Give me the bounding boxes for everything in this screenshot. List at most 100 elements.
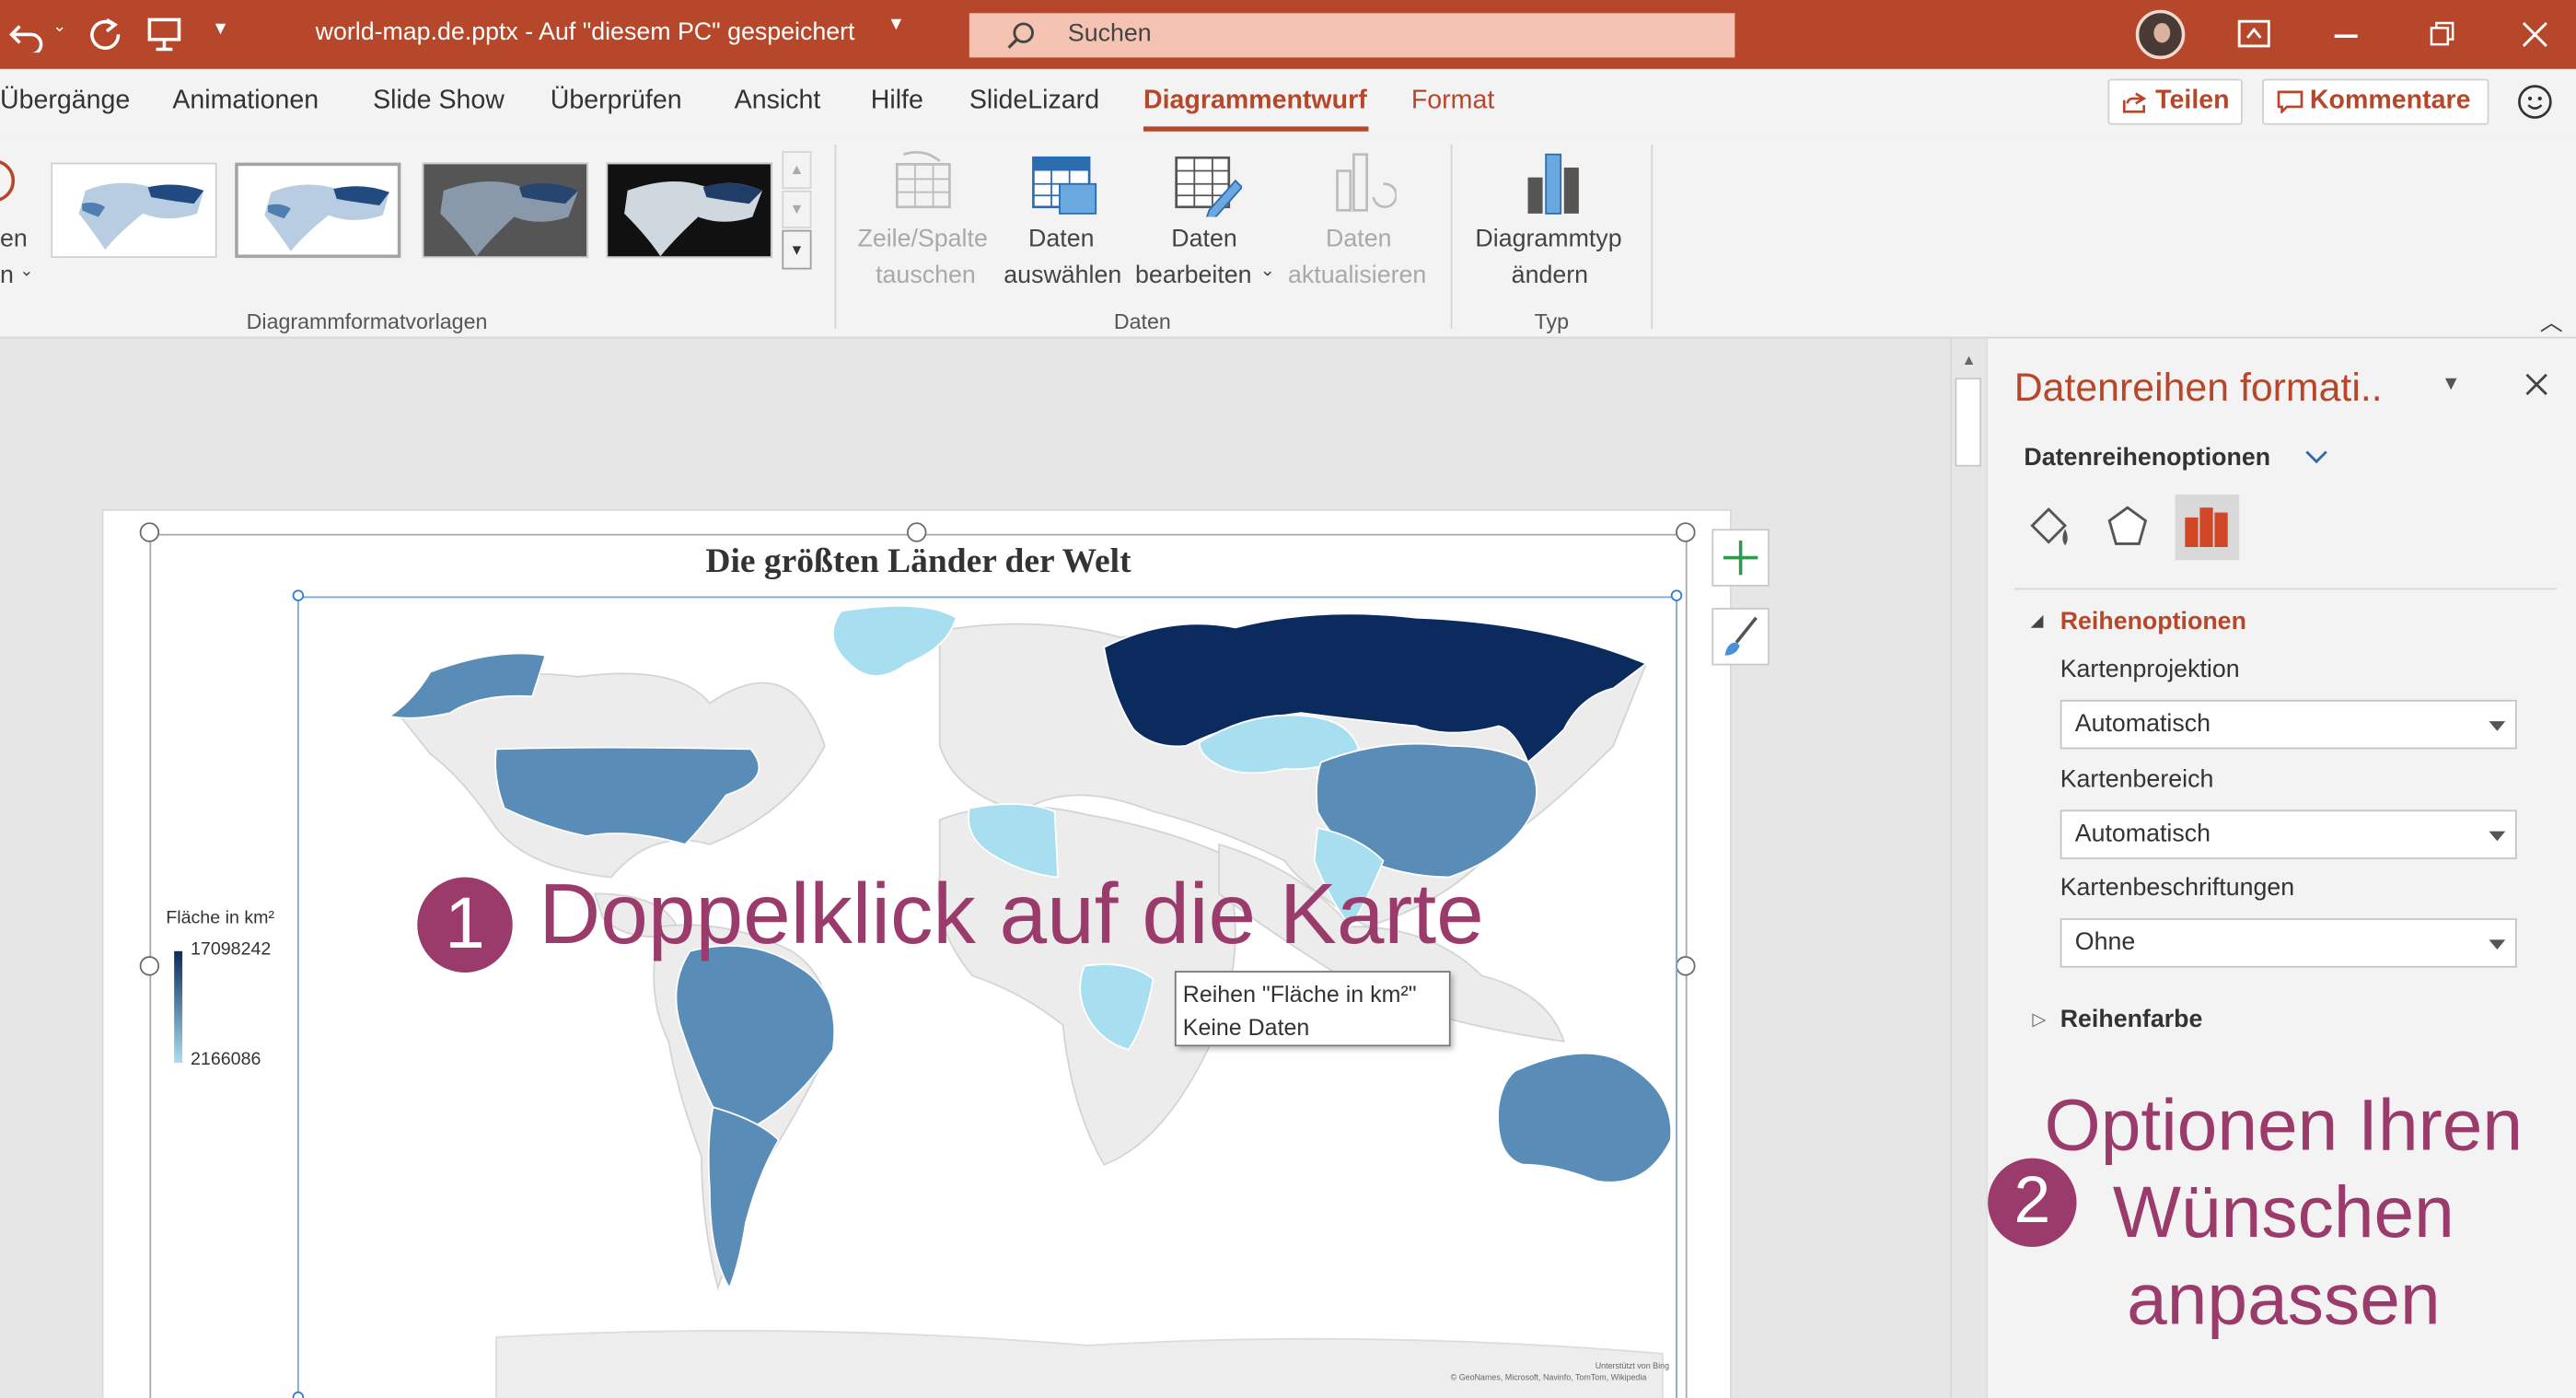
scroll-thumb[interactable] [1955, 378, 1982, 467]
doc-title-dropdown-icon[interactable]: ▼ [888, 15, 905, 34]
plot-handle[interactable] [292, 589, 305, 601]
chart-styles-button[interactable] [1712, 607, 1770, 666]
step-2-text: Optionen Ihren Wünschen anpassen [2021, 1083, 2547, 1345]
tab-chart-design[interactable]: Diagrammentwurf [1143, 87, 1367, 117]
comments-label: Kommentare [2309, 87, 2471, 115]
change-chart-type-icon [1527, 153, 1579, 215]
partial-button-label-2[interactable]: n [0, 258, 14, 294]
edit-data-l1[interactable]: Daten [1171, 222, 1236, 258]
tab-transitions[interactable]: Übergänge [0, 87, 130, 117]
select-data-l2[interactable]: auswählen [1004, 258, 1121, 294]
title-bar: ⌄ ▾ world-map.de.pptx - Auf "diesem PC" … [0, 0, 2576, 69]
select-data-l1[interactable]: Daten [1028, 222, 1094, 258]
attribution-1: Unterstützt von Bing [1595, 1361, 1670, 1372]
plot-handle[interactable] [1670, 589, 1683, 601]
tab-help[interactable]: Hilfe [871, 87, 923, 117]
fill-line-icon[interactable] [2025, 503, 2071, 553]
tab-slide-show[interactable]: Slide Show [373, 87, 505, 117]
customize-qat-icon[interactable]: ▾ [215, 15, 226, 41]
undo-dropdown-icon[interactable]: ⌄ [52, 18, 66, 37]
change-type-l2[interactable]: ändern [1512, 258, 1588, 294]
slide-scrollbar[interactable]: ▲ [1950, 338, 1987, 1398]
chart-style-2[interactable] [235, 162, 401, 259]
partial-button-label-1[interactable]: en [0, 222, 28, 258]
step-2-line-1: Optionen Ihren [2044, 1086, 2524, 1167]
map-thumbnail-icon [78, 182, 204, 250]
effects-icon[interactable] [2105, 503, 2151, 553]
chevron-down-icon[interactable]: ⌄ [19, 262, 33, 281]
resize-handle[interactable] [907, 522, 927, 542]
map-thumbnail-icon [440, 181, 579, 257]
subtitle-chevron-icon[interactable] [2305, 449, 2328, 465]
area-dropdown[interactable]: Automatisch [2060, 810, 2517, 859]
edit-data-l2[interactable]: bearbeiten [1135, 258, 1252, 294]
section-title[interactable]: Reihenoptionen [2060, 608, 2246, 635]
ribbon-tabs: Übergänge Animationen Slide Show Überprü… [0, 68, 2576, 135]
document-title[interactable]: world-map.de.pptx - Auf "diesem PC" gesp… [316, 18, 855, 46]
ribbon-display-options-icon[interactable] [2237, 19, 2270, 49]
comments-button[interactable]: Kommentare [2262, 78, 2489, 125]
refresh-data-l2[interactable]: aktualisieren [1288, 258, 1426, 294]
switch-row-col-l1[interactable]: Zeile/Spalte [857, 222, 987, 258]
chart-title[interactable]: Die größten Länder der Welt [103, 541, 1733, 582]
redo-icon[interactable] [86, 15, 125, 54]
area-value: Automatisch [2074, 820, 2211, 848]
edit-data-chevron-icon[interactable]: ⌄ [1260, 260, 1275, 281]
switch-row-column-icon [895, 151, 951, 209]
tab-review[interactable]: Überprüfen [551, 87, 682, 117]
chart-style-3[interactable] [422, 162, 588, 259]
projection-label: Kartenprojektion [2060, 655, 2240, 684]
tab-slidelizard[interactable]: SlideLizard [969, 87, 1099, 117]
tab-format[interactable]: Format [1411, 87, 1494, 117]
gallery-up-icon[interactable]: ▲ [782, 151, 812, 190]
present-from-start-icon[interactable] [146, 17, 186, 52]
search-box[interactable]: Suchen [969, 13, 1735, 58]
switch-row-col-l2[interactable]: tauschen [876, 258, 976, 294]
map-labels-dropdown[interactable]: Ohne [2060, 918, 2517, 968]
chart-elements-button[interactable] [1712, 529, 1770, 587]
change-type-l1[interactable]: Diagrammtyp [1475, 222, 1621, 258]
plot-area[interactable] [296, 596, 1679, 1398]
pane-subtitle[interactable]: Datenreihenoptionen [2024, 444, 2270, 472]
refresh-data-l1[interactable]: Daten [1326, 222, 1391, 258]
chart-style-1[interactable] [51, 162, 217, 259]
share-button[interactable]: Teilen [2107, 78, 2243, 125]
collapse-ribbon-icon[interactable]: ︿ [2540, 306, 2563, 339]
projection-dropdown[interactable]: Automatisch [2060, 699, 2517, 750]
undo-icon[interactable] [6, 17, 49, 53]
gallery-down-icon[interactable]: ▼ [782, 190, 812, 228]
comment-icon [2277, 90, 2303, 114]
section-collapsed-icon[interactable]: ▷ [2032, 1008, 2046, 1030]
restore-icon[interactable] [2430, 21, 2456, 48]
gallery-more-icon[interactable]: ▼ [782, 229, 812, 270]
group-label-type: Typ [1534, 309, 1570, 334]
tab-animations[interactable]: Animationen [172, 87, 319, 117]
resize-handle[interactable] [1676, 522, 1696, 542]
minimize-icon[interactable] [2334, 34, 2358, 38]
close-pane-icon[interactable] [2525, 373, 2548, 396]
world-map[interactable] [299, 598, 1679, 1398]
resize-handle[interactable] [139, 956, 160, 976]
smiley-feedback-icon[interactable] [2517, 84, 2553, 120]
section-expanded-icon[interactable]: ◢ [2031, 612, 2044, 631]
close-window-icon[interactable] [2522, 21, 2548, 48]
resize-handle[interactable] [139, 522, 160, 542]
series-color-section[interactable]: Reihenfarbe [2060, 1006, 2203, 1033]
map-labels-label: Kartenbeschriftungen [2060, 873, 2295, 903]
quick-layout-icon[interactable] [0, 151, 19, 210]
avatar[interactable] [2135, 9, 2186, 60]
pane-options-icon[interactable]: ▼ [2442, 371, 2461, 394]
legend-gradient [174, 950, 183, 1064]
dropdown-arrow-icon [2489, 721, 2506, 731]
tab-view[interactable]: Ansicht [735, 87, 821, 117]
brush-icon [1724, 616, 1758, 656]
chart-style-4[interactable] [606, 162, 772, 259]
series-options-icon [2185, 507, 2228, 547]
search-icon [1007, 22, 1034, 49]
series-options-tab[interactable] [2175, 494, 2240, 561]
edit-data-icon [1175, 156, 1243, 217]
scroll-up-icon[interactable]: ▲ [1962, 352, 1977, 368]
plot-handle[interactable] [292, 1391, 305, 1398]
map-thumbnail-icon [264, 184, 389, 251]
legend-min: 2166086 [190, 1049, 261, 1070]
